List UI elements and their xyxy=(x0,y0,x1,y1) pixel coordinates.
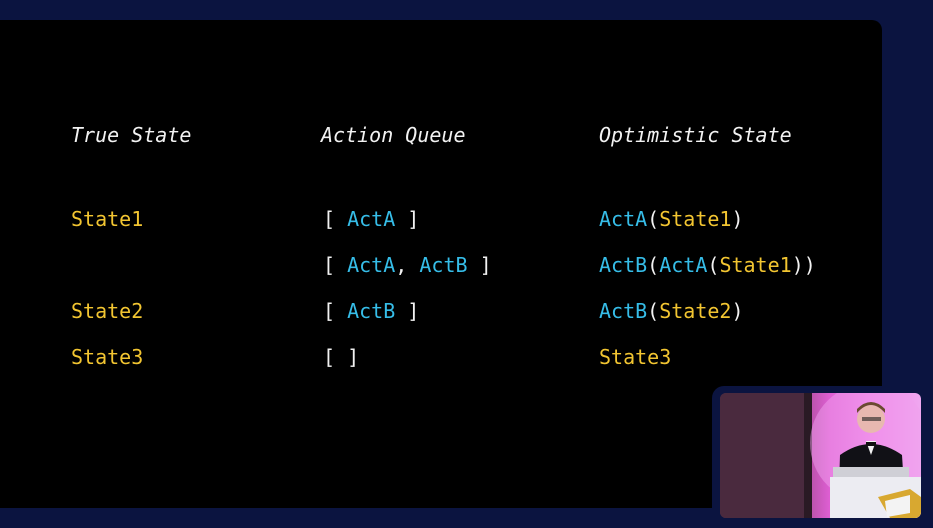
queue-token: , xyxy=(395,253,420,277)
optimistic-state-cell: ActB(State2) xyxy=(599,301,744,321)
queue-token: [ xyxy=(323,253,348,277)
optimistic-token: ( xyxy=(707,253,720,277)
optimistic-state-cell: ActA(State1) xyxy=(599,209,744,229)
queue-token: ] xyxy=(395,299,420,323)
action-queue-cell: [ ActA ] xyxy=(323,209,419,229)
queue-token: [ xyxy=(323,207,348,231)
speaker-video-image xyxy=(720,393,921,518)
queue-token: ActA xyxy=(347,253,396,277)
optimistic-token: ) xyxy=(731,299,744,323)
action-queue-cell: [ ActA, ActB ] xyxy=(323,255,492,275)
queue-token: ] xyxy=(395,207,420,231)
optimistic-token: State2 xyxy=(659,299,732,323)
optimistic-token: State3 xyxy=(599,345,672,369)
header-action-queue: Action Queue xyxy=(321,123,466,147)
optimistic-token: )) xyxy=(791,253,816,277)
optimistic-token: State1 xyxy=(719,253,792,277)
true-state-cell: State3 xyxy=(71,345,144,369)
optimistic-token: State1 xyxy=(659,207,732,231)
optimistic-token: ActA xyxy=(599,207,648,231)
optimistic-token: ActA xyxy=(659,253,708,277)
queue-token: ActB xyxy=(419,253,468,277)
presentation-frame: True State Action Queue Optimistic State… xyxy=(0,0,933,528)
speaker-video xyxy=(720,393,921,518)
queue-token: ] xyxy=(467,253,492,277)
optimistic-token: ActB xyxy=(599,299,648,323)
optimistic-token: ( xyxy=(647,299,660,323)
optimistic-token: ( xyxy=(647,207,660,231)
optimistic-token: ) xyxy=(731,207,744,231)
true-state-cell: State2 xyxy=(71,299,144,323)
action-queue-cell: [ ] xyxy=(323,347,359,367)
optimistic-state-cell: State3 xyxy=(599,347,671,367)
queue-token: ActB xyxy=(347,299,396,323)
true-state-cell: State1 xyxy=(71,207,144,231)
queue-token: [ xyxy=(323,299,348,323)
header-optimistic-state: Optimistic State xyxy=(599,123,792,147)
queue-token: [ ] xyxy=(323,345,360,369)
header-true-state: True State xyxy=(71,123,192,147)
optimistic-state-cell: ActB(ActA(State1)) xyxy=(599,255,816,275)
optimistic-token: ActB xyxy=(599,253,648,277)
optimistic-token: ( xyxy=(647,253,660,277)
action-queue-cell: [ ActB ] xyxy=(323,301,419,321)
queue-token: ActA xyxy=(347,207,396,231)
